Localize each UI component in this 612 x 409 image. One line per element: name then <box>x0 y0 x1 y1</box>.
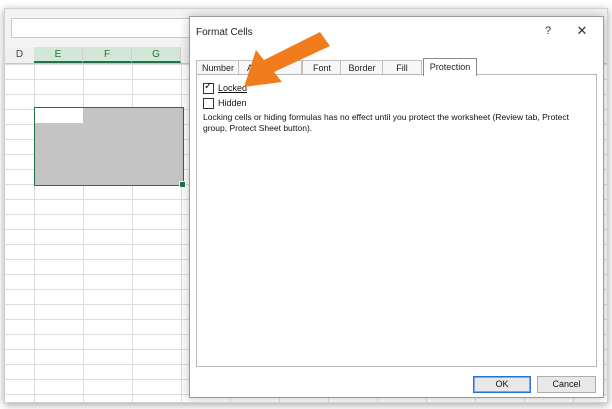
tab-border[interactable]: Border <box>340 60 384 75</box>
annotation-arrow-icon <box>244 32 330 87</box>
tab-protection[interactable]: Protection <box>423 58 477 76</box>
column-header-g[interactable]: G <box>132 47 181 63</box>
protection-panel: ✓ Locked Hidden Locking cells or hiding f… <box>196 74 597 367</box>
cancel-button[interactable]: Cancel <box>537 376 596 393</box>
active-cell[interactable] <box>35 108 83 123</box>
help-icon[interactable]: ? <box>540 23 556 39</box>
protection-description: Locking cells or hiding formulas has no … <box>203 112 570 133</box>
selected-cell-range[interactable] <box>34 107 186 188</box>
column-header-f[interactable]: F <box>83 47 132 63</box>
column-header-d[interactable]: D <box>5 47 35 63</box>
locked-checkbox-row[interactable]: ✓ Locked <box>203 81 248 96</box>
column-header-e[interactable]: E <box>34 47 83 63</box>
close-icon[interactable]: ✕ <box>574 23 590 39</box>
hidden-label: Hidden <box>218 98 247 108</box>
checkmark-icon: ✓ <box>204 81 213 93</box>
locked-label: Locked <box>218 83 248 93</box>
ok-button[interactable]: OK <box>473 376 531 393</box>
screenshot-frame: D E F G Format Cells ? ✕ Number Al Font … <box>4 8 608 403</box>
tab-fill[interactable]: Fill <box>382 60 422 75</box>
locked-checkbox[interactable]: ✓ <box>203 81 214 95</box>
fill-handle[interactable] <box>179 181 186 188</box>
tab-number[interactable]: Number <box>196 60 240 75</box>
hidden-checkbox[interactable] <box>203 98 214 110</box>
hidden-checkbox-row[interactable]: Hidden <box>203 97 247 111</box>
